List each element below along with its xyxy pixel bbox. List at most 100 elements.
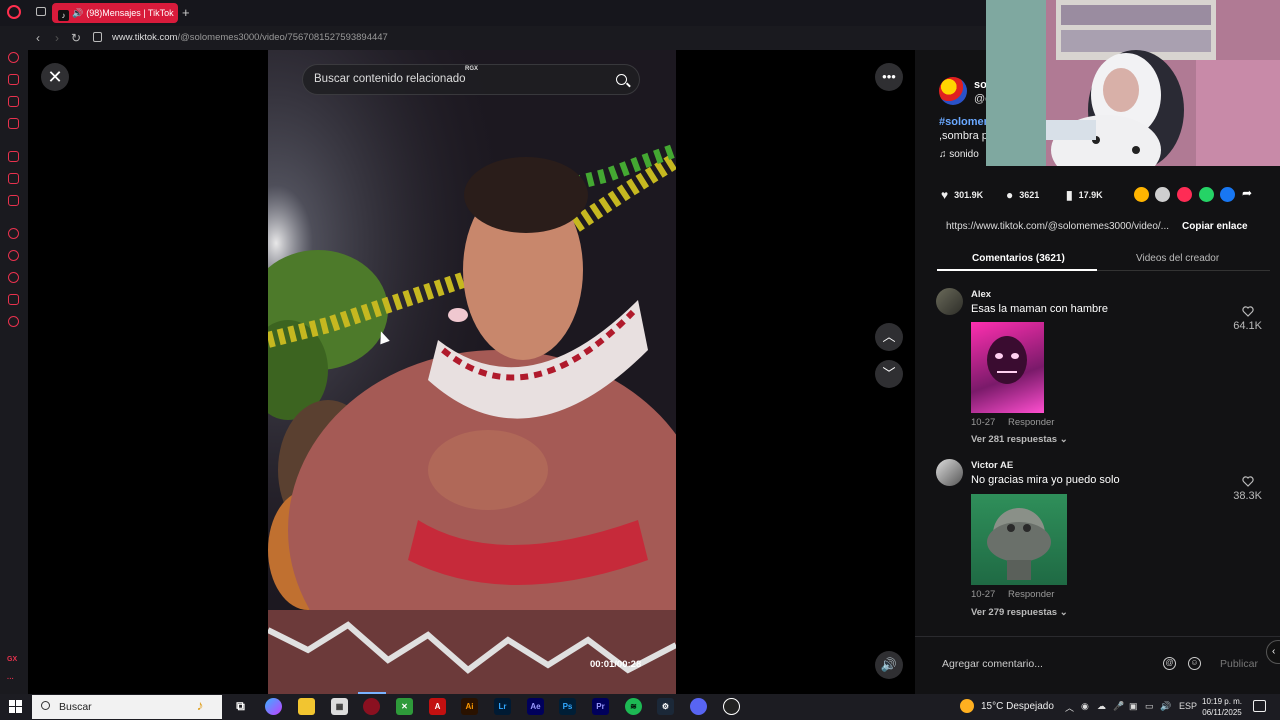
file-explorer-icon[interactable]	[298, 698, 315, 715]
comment-avatar[interactable]	[936, 288, 963, 315]
close-button[interactable]: ✕	[41, 63, 69, 91]
sidebar-heart-icon[interactable]	[8, 250, 19, 261]
sidebar-speed-dial-icon[interactable]	[8, 52, 19, 63]
author-avatar[interactable]	[939, 77, 967, 105]
chevron-down-icon: ⌄	[1059, 434, 1068, 445]
share-coin-icon[interactable]	[1134, 187, 1149, 202]
author-name[interactable]: so	[974, 79, 987, 91]
sidebar-cleaner-icon[interactable]	[8, 151, 19, 162]
sidebar-instagram-icon[interactable]	[8, 195, 19, 206]
related-search-box[interactable]: Buscar contenido relacionado RGX	[302, 64, 640, 95]
lightroom-icon[interactable]: Lr	[494, 698, 511, 715]
taskbar-search-input[interactable]: Buscar	[59, 701, 92, 713]
save-button[interactable]: ▮ 17.9K	[1066, 188, 1103, 202]
sidebar-settings-icon[interactable]	[8, 316, 19, 327]
premiere-icon[interactable]: Pr	[592, 698, 609, 715]
store-icon[interactable]: ▦	[331, 698, 348, 715]
notification-icon[interactable]	[1253, 700, 1266, 712]
opera-gx-taskbar-icon[interactable]	[363, 698, 380, 715]
share-facebook-icon[interactable]	[1220, 187, 1235, 202]
copilot-icon[interactable]	[265, 698, 282, 715]
spreadsheet-icon[interactable]: ✕	[396, 698, 413, 715]
tab-comments[interactable]: Comentarios (3621)	[972, 253, 1065, 264]
sidebar-extensions-icon[interactable]	[8, 294, 19, 305]
steam-icon[interactable]: ⚙	[657, 698, 674, 715]
video-player[interactable]	[268, 50, 676, 694]
sidebar-chat-icon[interactable]	[8, 96, 19, 107]
comment-like-icon[interactable]	[1242, 476, 1254, 487]
comment-author[interactable]: Victor AE	[971, 460, 1013, 471]
mic-icon[interactable]: 🎤	[1113, 701, 1124, 712]
chevron-down-icon: ⌄	[1059, 607, 1068, 618]
previous-video-button[interactable]: ︿	[875, 323, 903, 351]
new-tab-icon[interactable]: +	[182, 5, 190, 20]
discord-icon[interactable]	[690, 698, 707, 715]
clock[interactable]: 10:19 p. m. 06/11/2025	[1202, 696, 1242, 718]
reply-button[interactable]: Responder	[1008, 417, 1054, 428]
language-indicator[interactable]: ESP	[1179, 701, 1197, 711]
related-search-input[interactable]: Buscar contenido relacionado	[314, 73, 466, 85]
sidebar-mail-icon[interactable]	[8, 118, 19, 129]
share-send-icon[interactable]	[1177, 187, 1192, 202]
emoji-icon[interactable]: ☺	[1188, 657, 1201, 670]
comment-date: 10-27	[971, 417, 996, 428]
tray-expand-icon[interactable]: ︿	[1065, 701, 1074, 714]
search-highlight-icon[interactable]: ♪	[179, 697, 221, 714]
opera-logo-icon[interactable]	[7, 5, 21, 19]
view-replies-button[interactable]: Ver 281 respuestas ⌄	[971, 434, 1068, 445]
add-comment-input[interactable]: Agregar comentario...	[942, 658, 1043, 670]
sidebar-twitch-icon[interactable]	[8, 173, 19, 184]
sidebar-history-icon[interactable]	[8, 272, 19, 283]
acrobat-icon[interactable]: A	[429, 698, 446, 715]
sidebar-messenger-icon[interactable]	[8, 74, 19, 85]
photoshop-icon[interactable]: Ps	[559, 698, 576, 715]
speaker-icon[interactable]: 🔊	[72, 8, 83, 18]
share-arrow-icon[interactable]: ➦	[1242, 186, 1252, 200]
description-hashtag[interactable]: #solomer	[939, 116, 988, 128]
search-icon	[41, 701, 50, 710]
tray-app-icon[interactable]: ◉	[1081, 701, 1089, 712]
spotify-icon[interactable]: ≋	[625, 698, 642, 715]
more-options-button[interactable]: •••	[875, 63, 903, 91]
share-whatsapp-icon[interactable]	[1199, 187, 1214, 202]
mention-icon[interactable]: @	[1163, 657, 1176, 670]
reload-icon[interactable]: ↻	[71, 31, 81, 45]
comment-author[interactable]: Alex	[971, 289, 991, 300]
like-button[interactable]: ♥ 301.9K	[941, 188, 983, 202]
tray-misc-icon[interactable]: ▣	[1129, 701, 1138, 712]
back-icon[interactable]: ‹	[36, 31, 40, 45]
lock-icon[interactable]	[93, 32, 102, 42]
tab-creator-videos[interactable]: Videos del creador	[1136, 253, 1219, 264]
forward-icon[interactable]: ›	[55, 31, 59, 45]
reply-button[interactable]: Responder	[1008, 589, 1054, 600]
publish-button[interactable]: Publicar	[1220, 658, 1258, 670]
comment-like-icon[interactable]	[1242, 306, 1254, 317]
weather-icon[interactable]	[960, 699, 974, 713]
after-effects-icon[interactable]: Ae	[527, 698, 544, 715]
volume-button[interactable]: 🔊	[875, 651, 903, 679]
comment-image[interactable]	[971, 322, 1044, 413]
copy-link-button[interactable]: Copiar enlace	[1182, 221, 1248, 232]
windows-start-icon[interactable]	[9, 700, 22, 713]
obs-icon[interactable]	[723, 698, 740, 715]
search-icon[interactable]	[616, 74, 627, 85]
view-replies-button[interactable]: Ver 279 respuestas ⌄	[971, 607, 1068, 618]
sidebar-more-icon[interactable]: ···	[7, 676, 14, 683]
comment-image[interactable]	[971, 494, 1067, 585]
sidebar-player-icon[interactable]	[8, 228, 19, 239]
weather-text[interactable]: 15°C Despejado	[981, 701, 1054, 712]
illustrator-icon[interactable]: Ai	[461, 698, 478, 715]
task-view-icon[interactable]: ⧉	[232, 698, 249, 715]
volume-tray-icon[interactable]: 🔊	[1160, 701, 1171, 712]
comment-avatar[interactable]	[936, 459, 963, 486]
cloud-icon[interactable]: ☁	[1097, 701, 1106, 712]
share-embed-icon[interactable]	[1155, 187, 1170, 202]
comment-button[interactable]: ● 3621	[1006, 188, 1039, 202]
sound-link[interactable]: ♫ sonido	[939, 149, 979, 160]
bookmark-icon: ▮	[1066, 188, 1073, 202]
tab-overview-icon[interactable]	[36, 7, 46, 16]
next-video-button[interactable]: ﹀	[875, 360, 903, 388]
network-icon[interactable]: ▭	[1145, 701, 1154, 712]
browser-tab-tiktok[interactable]: ♪ 🔊 (98)Mensajes | TikTok	[52, 3, 178, 23]
url-field[interactable]: www.tiktok.com/@solomemes3000/video/7567…	[112, 32, 388, 43]
